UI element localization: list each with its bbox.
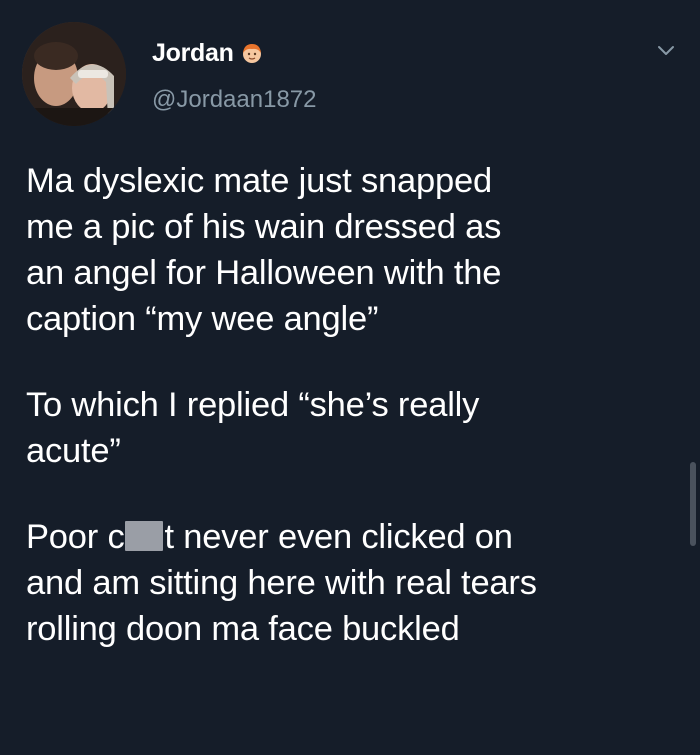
tweet-paragraph-3: Poor c t never even clicked on and am sit… bbox=[26, 514, 676, 652]
chevron-down-icon[interactable] bbox=[654, 38, 678, 62]
tweet-line: rolling doon ma face buckled bbox=[26, 610, 460, 648]
tweet-line: To which I replied “she’s really bbox=[26, 386, 480, 424]
tweet-card: Jordan @Jordaan1872 Ma dyslexic mate jus… bbox=[0, 0, 700, 755]
tweet-paragraph-1: Ma dyslexic mate just snapped me a pic o… bbox=[26, 158, 676, 342]
user-handle[interactable]: @Jordaan1872 bbox=[152, 86, 316, 114]
scrollbar-thumb[interactable] bbox=[690, 462, 696, 546]
tweet-line: caption “my wee angle” bbox=[26, 300, 379, 338]
tweet-text-after-redaction: t never even clicked on bbox=[164, 518, 513, 556]
tweet-paragraph-2: To which I replied “she’s really acute” bbox=[26, 382, 676, 474]
tweet-text: Ma dyslexic mate just snapped me a pic o… bbox=[26, 158, 676, 652]
tweet-line: Poor c t never even clicked on bbox=[26, 514, 676, 560]
tweet-line: acute” bbox=[26, 432, 121, 470]
display-name[interactable]: Jordan bbox=[152, 39, 234, 68]
tweet-line: me a pic of his wain dressed as bbox=[26, 208, 502, 246]
tweet-line: and am sitting here with real tears bbox=[26, 564, 537, 602]
redaction-block bbox=[124, 521, 163, 551]
red-haired-person-emoji-icon bbox=[240, 41, 264, 65]
name-row: Jordan bbox=[152, 38, 264, 68]
tweet-text-before-redaction: Poor c bbox=[26, 518, 125, 556]
tweet-line: an angel for Halloween with the bbox=[26, 254, 502, 292]
avatar[interactable] bbox=[22, 22, 126, 126]
tweet-line: Ma dyslexic mate just snapped bbox=[26, 162, 492, 200]
